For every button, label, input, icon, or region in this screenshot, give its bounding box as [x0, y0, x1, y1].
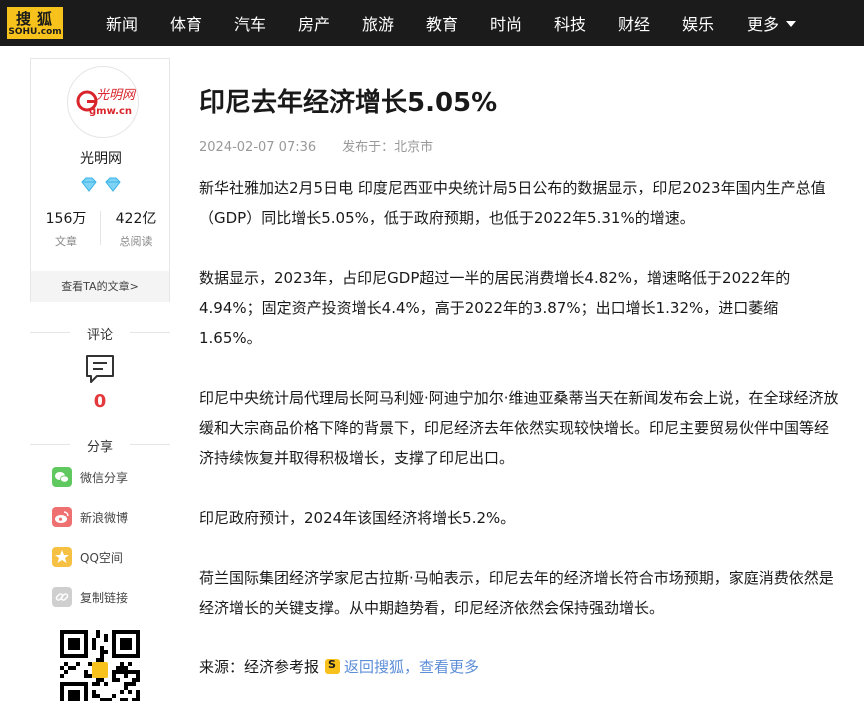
avatar-logo-domain: gmw.cn [89, 106, 132, 117]
source-label: 来源：经济参考报 [199, 658, 320, 676]
view-author-articles-button[interactable]: 查看TA的文章> [31, 271, 169, 302]
nav-more-label: 更多 [747, 15, 780, 34]
qr-logo [92, 662, 108, 678]
share-wechat-label: 微信分享 [80, 471, 129, 485]
weibo-icon [52, 507, 72, 527]
qr-code [60, 630, 140, 701]
back-to-sohu-link[interactable]: 返回搜狐，查看更多 [344, 658, 479, 676]
comment-count[interactable]: 0 [60, 391, 140, 412]
nav-item-tech[interactable]: 科技 [554, 11, 586, 35]
views-label: 总阅读 [119, 235, 153, 248]
comment-icon[interactable] [85, 354, 115, 384]
article-paragraph: 印尼政府预计，2024年该国经济将增长5.2%。 [199, 509, 516, 527]
sohu-back-icon [325, 658, 341, 674]
nav-item-education[interactable]: 教育 [426, 11, 458, 35]
article-paragraph: 印尼中央统计局代理局长阿马利娅·阿迪宁加尔·维迪亚桑蒂当天在新闻发布会上说，在全… [199, 389, 839, 467]
logo-text-cn: 搜狐 [15, 10, 58, 28]
views-count: 422亿 [115, 211, 157, 227]
sohu-logo[interactable]: 搜狐 SOHU.com [7, 7, 63, 39]
article-paragraph: 新华社雅加达2月5日电 印度尼西亚中央统计局5日公布的数据显示，印尼2023年国… [199, 179, 826, 227]
share-section-title: 分享 [30, 436, 170, 455]
top-nav-bar: 搜狐 SOHU.com 新闻 体育 汽车 房产 旅游 教育 时尚 科技 财经 娱… [0, 0, 864, 46]
share-qzone-label: QQ空间 [80, 551, 123, 565]
comments-title: 评论 [86, 328, 113, 343]
qr-code-icon [60, 630, 140, 701]
nav-item-fashion[interactable]: 时尚 [490, 11, 522, 35]
author-name[interactable]: 光明网 [31, 148, 171, 168]
chevron-down-icon [786, 21, 797, 27]
article-meta: 2024-02-07 07:36 发布于：北京市 [199, 136, 433, 155]
avatar-logo-text: 光明网 [96, 88, 137, 103]
views-stat: 422亿 总阅读 [101, 208, 171, 249]
nav-item-travel[interactable]: 旅游 [362, 11, 394, 35]
logo-text-en: SOHU.com [8, 27, 62, 37]
divider [130, 444, 170, 445]
author-avatar[interactable]: 光明网 gmw.cn [67, 66, 139, 138]
share-title: 分享 [86, 440, 113, 455]
share-weibo-label: 新浪微博 [80, 511, 129, 525]
nav-item-entertainment[interactable]: 娱乐 [682, 11, 714, 35]
wechat-icon [52, 467, 72, 487]
article-source: 来源：经济参考报 返回搜狐，查看更多 [199, 656, 479, 677]
articles-count: 156万 [45, 211, 87, 227]
gmw-logo-icon: 光明网 gmw.cn [76, 88, 137, 117]
article-paragraph: 数据显示，2023年，占印尼GDP超过一半的居民消费增长4.82%，增速略低于2… [199, 269, 791, 347]
article-date: 2024-02-07 07:36 [199, 140, 317, 155]
article-paragraph: 荷兰国际集团经济学家尼古拉斯·马帕表示，印尼去年的经济增长符合市场预期，家庭消费… [199, 569, 834, 617]
nav-item-house[interactable]: 房产 [298, 11, 330, 35]
nav-item-auto[interactable]: 汽车 [234, 11, 266, 35]
article-location: 发布于：北京市 [342, 140, 434, 155]
comments-section-title: 评论 [30, 324, 170, 343]
articles-stat: 156万 文章 [31, 208, 101, 249]
copy-link-label: 复制链接 [80, 591, 129, 605]
nav-item-finance[interactable]: 财经 [618, 11, 650, 35]
nav-more-dropdown[interactable]: 更多 [747, 11, 797, 35]
articles-label: 文章 [55, 235, 77, 248]
qzone-icon [52, 547, 72, 567]
nav-item-sports[interactable]: 体育 [170, 11, 202, 35]
author-level-badges [79, 177, 123, 193]
nav-item-news[interactable]: 新闻 [106, 11, 138, 35]
author-card: 光明网 gmw.cn 光明网 156万 文章 422亿 总阅读 查看TA的文章> [30, 58, 170, 302]
link-icon [52, 587, 72, 607]
diamond-icon [81, 177, 121, 192]
divider [130, 332, 170, 333]
article-title: 印尼去年经济增长5.05% [199, 88, 498, 118]
